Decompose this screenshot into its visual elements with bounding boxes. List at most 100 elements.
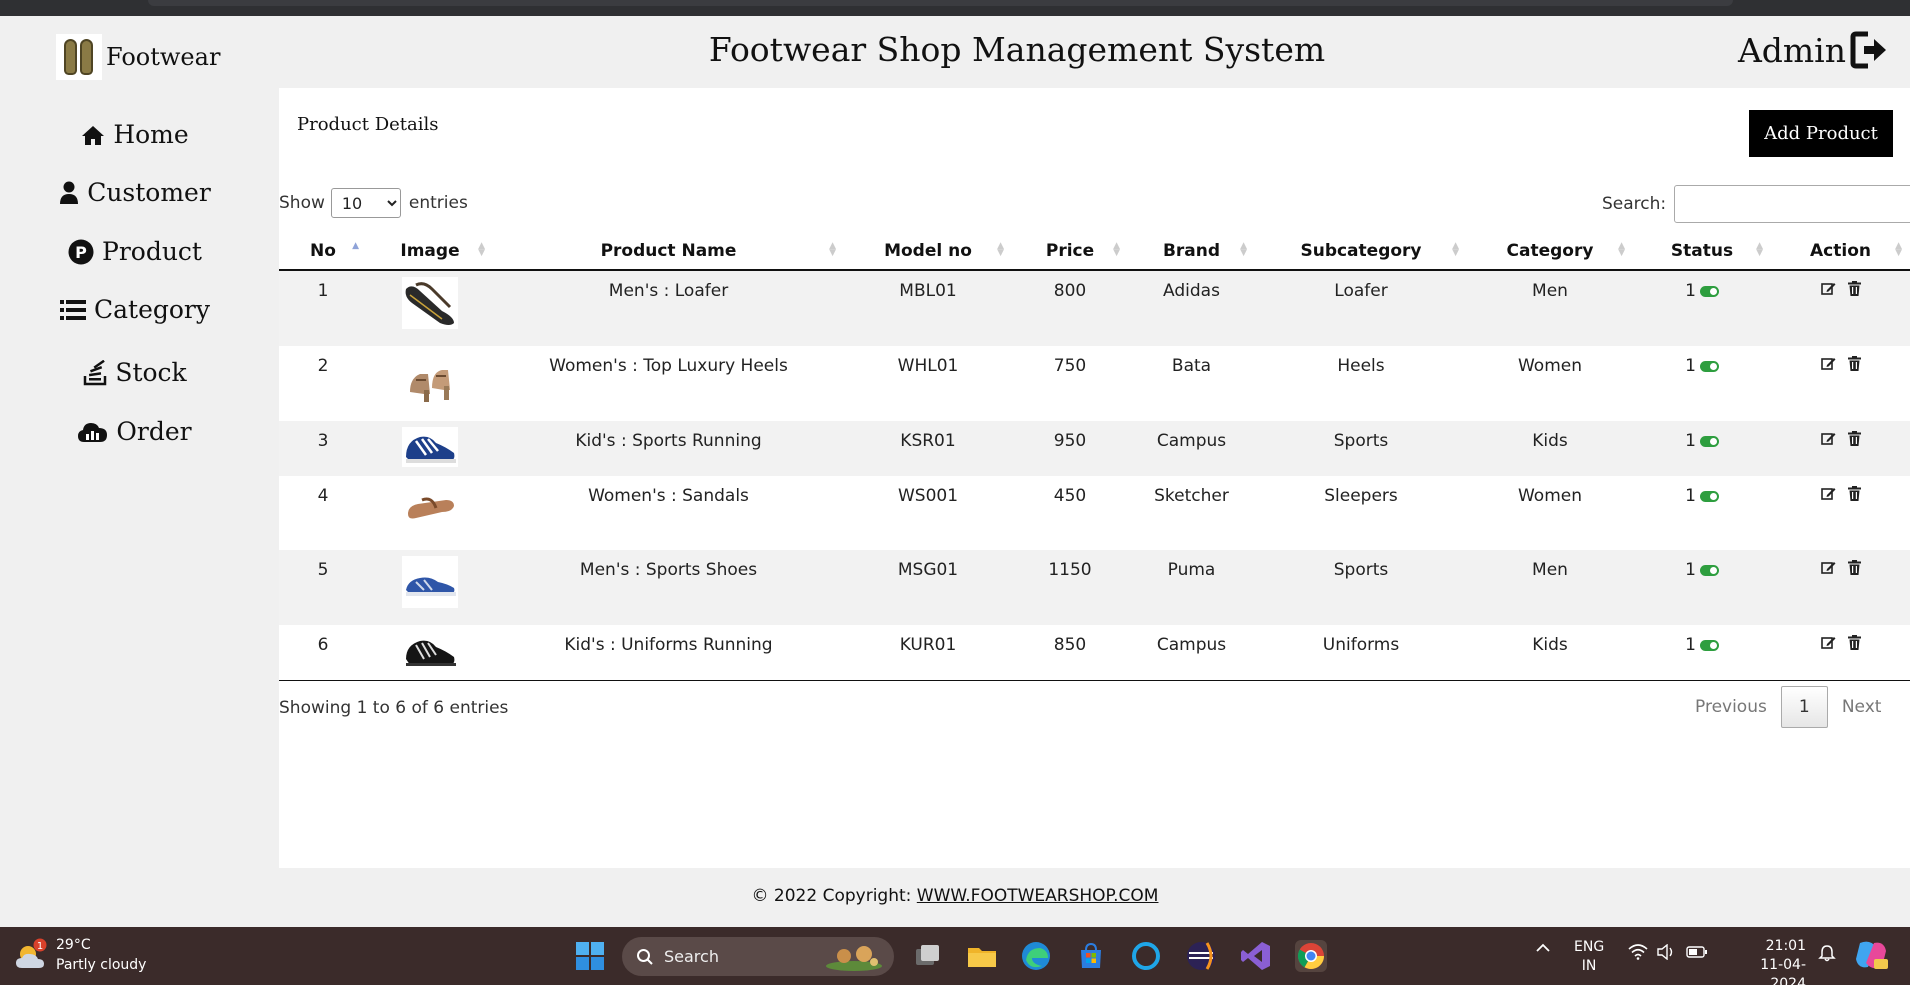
weather-widget[interactable]: 1 29°C Partly cloudy [14, 935, 146, 975]
clock-time: 21:01 [1765, 938, 1806, 954]
sidebar-item-category[interactable]: Category [0, 295, 270, 324]
notification-bell-icon[interactable] [1818, 944, 1836, 966]
taskbar-search[interactable]: Search [622, 937, 894, 976]
sidebar-item-label: Home [113, 120, 189, 149]
delete-icon[interactable] [1847, 486, 1861, 501]
panel-title: Product Details [297, 114, 439, 135]
column-header[interactable]: Product Name ▲ ▼ [493, 233, 844, 271]
browser-tab-bar [148, 0, 1733, 6]
status-toggle-icon[interactable] [1699, 285, 1719, 297]
column-header[interactable]: Action ▲ ▼ [1771, 233, 1910, 271]
windows-start-icon[interactable] [574, 940, 606, 972]
edit-icon[interactable] [1820, 486, 1836, 501]
cell-image [367, 625, 493, 681]
table-row: 5 Men's : Sports Shoes MSG01 1150 Puma S… [279, 550, 1910, 625]
visual-studio-icon[interactable] [1240, 940, 1272, 972]
column-header[interactable]: Status ▲ ▼ [1633, 233, 1771, 271]
copilot-icon[interactable] [1854, 939, 1888, 975]
footer-link[interactable]: WWW.FOOTWEARSHOP.COM [917, 886, 1159, 906]
taskbar-search-label: Search [664, 947, 719, 966]
cell-product-name: Kid's : Sports Running [493, 421, 844, 476]
cell-subcategory: Heels [1255, 346, 1467, 421]
status-toggle-icon[interactable] [1699, 639, 1719, 651]
sandal-image [402, 482, 458, 534]
sidebar-item-home[interactable]: Home [0, 120, 270, 149]
cloud-order-icon [78, 421, 108, 443]
column-header[interactable]: Model no ▲ ▼ [844, 233, 1012, 271]
language-indicator[interactable]: ENG IN [1574, 938, 1604, 976]
sort-icon: ▲ ▼ [1895, 241, 1902, 258]
wifi-icon[interactable] [1628, 944, 1648, 964]
logout-icon[interactable] [1850, 30, 1888, 70]
footwear-logo-image [56, 34, 102, 80]
sidebar-item-product[interactable]: P Product [0, 237, 270, 266]
column-header[interactable]: Image ▲ ▼ [367, 233, 493, 271]
battery-icon[interactable] [1686, 946, 1708, 962]
tray-overflow-icon[interactable] [1535, 941, 1551, 959]
sidebar-item-label: Order [116, 417, 192, 446]
edit-icon[interactable] [1820, 560, 1836, 575]
status-toggle-icon[interactable] [1699, 564, 1719, 576]
cell-status: 1 [1633, 421, 1771, 476]
column-header[interactable]: No ▲ [279, 233, 367, 271]
volume-icon[interactable] [1656, 943, 1676, 964]
search-input[interactable] [1674, 185, 1910, 223]
status-toggle-icon[interactable] [1699, 490, 1719, 502]
search-icon [637, 948, 653, 965]
sidebar-item-label: Customer [87, 178, 211, 207]
cell-status: 1 [1633, 550, 1771, 625]
sort-icon: ▲ ▼ [1618, 241, 1625, 258]
column-header[interactable]: Brand ▲ ▼ [1128, 233, 1255, 271]
edit-icon[interactable] [1820, 281, 1836, 296]
edit-icon[interactable] [1820, 431, 1836, 446]
cell-category: Men [1467, 270, 1633, 346]
previous-button[interactable]: Previous [1695, 697, 1767, 717]
admin-label: Admin [1737, 30, 1846, 70]
delete-icon[interactable] [1847, 635, 1861, 650]
list-icon [59, 299, 86, 321]
table-row: 4 Women's : Sandals WS001 450 Sketcher S… [279, 476, 1910, 550]
edit-icon[interactable] [1820, 635, 1836, 650]
delete-icon[interactable] [1847, 431, 1861, 446]
column-header[interactable]: Category ▲ ▼ [1467, 233, 1633, 271]
chrome-icon[interactable] [1295, 940, 1327, 972]
add-product-button[interactable]: Add Product [1749, 110, 1893, 157]
footer: © 2022 Copyright: WWW.FOOTWEARSHOP.COM [0, 886, 1910, 906]
sidebar-item-order[interactable]: Order [0, 417, 270, 446]
cell-no: 1 [279, 270, 367, 346]
file-explorer-icon[interactable] [966, 940, 998, 972]
clock[interactable]: 21:01 11-04-2024 [1726, 937, 1806, 985]
cell-brand: Campus [1128, 625, 1255, 681]
logo[interactable]: Footwear [56, 34, 220, 80]
delete-icon[interactable] [1847, 356, 1861, 371]
delete-icon[interactable] [1847, 560, 1861, 575]
sidebar-item-stock[interactable]: Stock [0, 358, 270, 387]
cortana-icon[interactable] [1130, 940, 1162, 972]
sidebar-item-customer[interactable]: Customer [0, 178, 270, 207]
show-label: Show [279, 193, 325, 213]
cell-image [367, 550, 493, 625]
column-header[interactable]: Subcategory ▲ ▼ [1255, 233, 1467, 271]
cell-action [1771, 625, 1910, 681]
cell-model: MBL01 [844, 270, 1012, 346]
next-button[interactable]: Next [1842, 697, 1882, 717]
column-header[interactable]: Price ▲ ▼ [1012, 233, 1128, 271]
eclipse-icon[interactable] [1185, 940, 1217, 972]
weather-temp: 29°C [56, 937, 91, 953]
edge-browser-icon[interactable] [1020, 940, 1052, 972]
taskbar: 1 29°C Partly cloudy Search ENG IN 21:01… [0, 927, 1910, 985]
cell-category: Kids [1467, 421, 1633, 476]
svg-text:P: P [75, 243, 87, 262]
task-view-icon[interactable] [912, 940, 944, 972]
edit-icon[interactable] [1820, 356, 1836, 371]
sports-shoe-image [402, 556, 458, 608]
cell-subcategory: Uniforms [1255, 625, 1467, 681]
status-toggle-icon[interactable] [1699, 360, 1719, 372]
delete-icon[interactable] [1847, 281, 1861, 296]
page-1-button[interactable]: 1 [1780, 686, 1828, 728]
status-toggle-icon[interactable] [1699, 435, 1719, 447]
entries-select[interactable]: 10 [330, 188, 401, 218]
cell-price: 800 [1012, 270, 1128, 346]
page-title: Footwear Shop Management System [708, 30, 1326, 69]
microsoft-store-icon[interactable] [1075, 940, 1107, 972]
